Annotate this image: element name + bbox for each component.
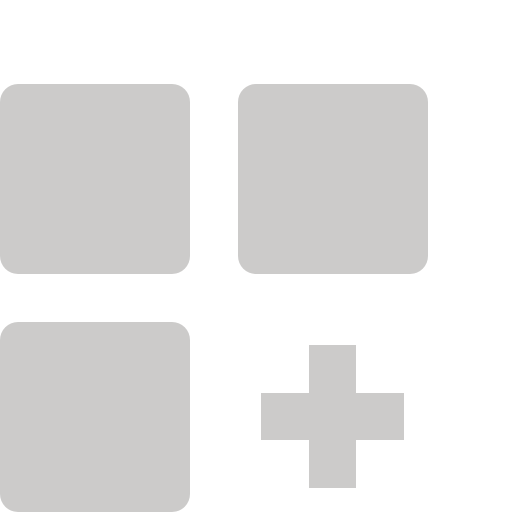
app-tile-icon [238,84,428,274]
app-tile-icon [0,84,190,274]
apps-grid-add-icon [0,0,512,512]
plus-horizontal-bar [261,393,404,440]
plus-icon[interactable] [261,345,404,488]
app-tile-icon [0,322,190,512]
